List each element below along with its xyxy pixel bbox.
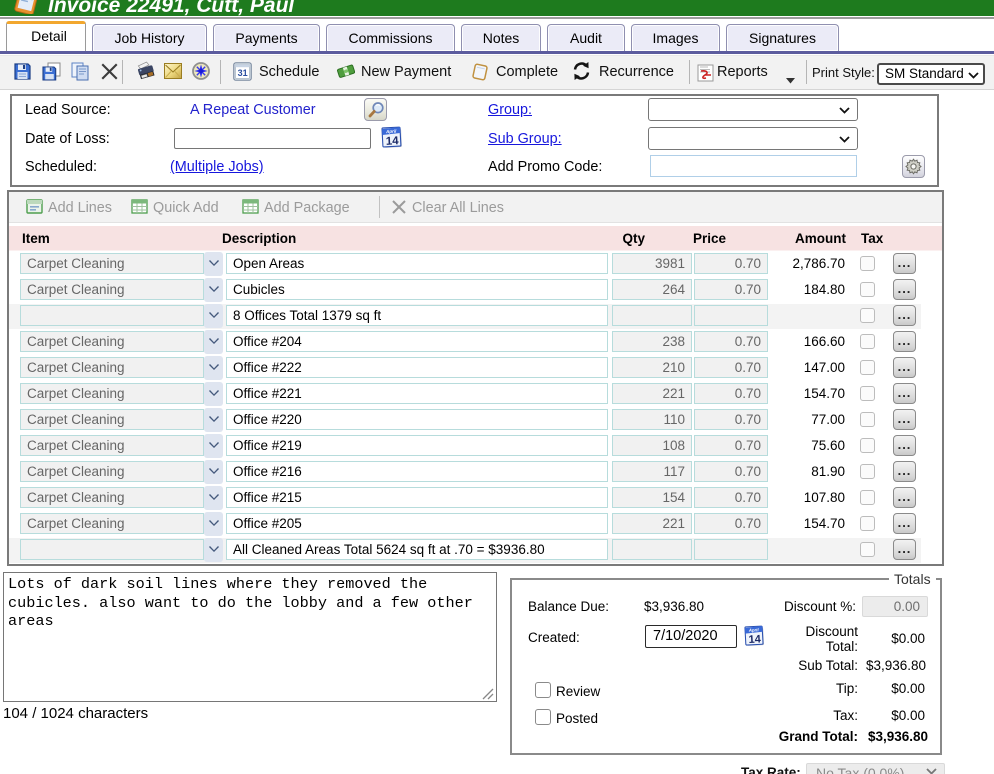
- svg-text:14: 14: [385, 135, 399, 148]
- svg-text:April: April: [385, 129, 397, 135]
- svg-text:31: 31: [238, 68, 248, 78]
